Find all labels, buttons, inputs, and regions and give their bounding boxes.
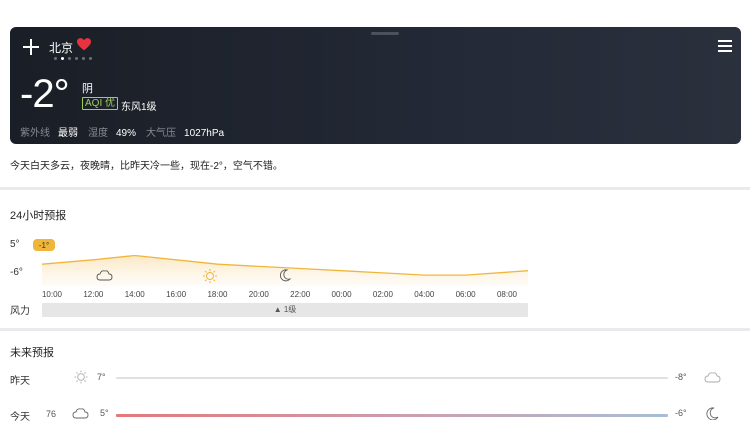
wind-force-bar[interactable]: ▲ 1级 <box>42 303 528 317</box>
hour-tick-label: 10:00 <box>41 290 63 299</box>
current-temperature: -2° <box>20 72 70 116</box>
hour-tick-label: 00:00 <box>331 290 352 299</box>
add-city-icon[interactable] <box>21 37 41 57</box>
moon-icon <box>706 407 719 420</box>
weather-header-card: 北京 -2° 阴 AQI 优 东风1级 紫外线 最弱 湿度 49% 大气压 10… <box>10 27 741 144</box>
daily-forecast-title: 未来预报 <box>10 347 54 359</box>
favorite-heart-icon[interactable] <box>77 38 91 51</box>
city-page-indicator[interactable] <box>54 57 92 60</box>
aqi-badge[interactable]: AQI 优 <box>82 97 119 110</box>
cloudy-icon <box>704 372 721 383</box>
current-temp-badge-label: -1° <box>39 241 49 250</box>
page-dot[interactable] <box>54 57 57 60</box>
hour-tick-label: 20:00 <box>248 290 269 299</box>
weather-summary: 今天白天多云，夜晚晴，比昨天冷一些，现在-2°，空气不错。 <box>10 161 283 172</box>
menu-icon[interactable] <box>718 40 732 52</box>
weather-stats: 紫外线 最弱 湿度 49% 大气压 1027hPa <box>20 124 234 139</box>
hourly-forecast-title: 24小时预报 <box>10 210 67 222</box>
wind-force-value: 1级 <box>283 305 297 314</box>
daily-row-yesterday[interactable]: 昨天 7° -8° <box>0 370 750 390</box>
hourly-temperature-chart[interactable]: -1° <box>0 230 750 290</box>
sun-icon <box>74 370 88 384</box>
night-low-temp: -6° <box>675 408 687 418</box>
weather-condition: 阴 <box>82 83 93 95</box>
uv-label: 紫外线 <box>20 128 50 139</box>
pressure-value: 1027hPa <box>184 128 225 139</box>
night-low-temp: -8° <box>675 372 687 382</box>
hour-tick-label: 08:00 <box>496 290 518 299</box>
day-high-temp: 5° <box>100 408 109 418</box>
page-dot[interactable] <box>75 57 78 60</box>
section-divider <box>0 328 750 331</box>
hour-tick-label: 06:00 <box>455 290 476 299</box>
page-dot[interactable] <box>68 57 71 60</box>
drag-handle[interactable] <box>371 32 399 35</box>
day-name: 昨天 <box>10 376 30 387</box>
page-dot[interactable] <box>82 57 85 60</box>
hour-tick-label: 16:00 <box>166 290 187 299</box>
pressure-label: 大气压 <box>146 128 177 139</box>
hour-tick-label: 04:00 <box>414 290 435 299</box>
day-name: 今天 <box>10 412 30 423</box>
page-dot[interactable] <box>61 57 64 60</box>
section-divider <box>0 187 750 190</box>
humidity-value: 49% <box>116 128 137 139</box>
hour-tick-label: 12:00 <box>83 290 104 299</box>
day-high-temp: 7° <box>97 372 106 382</box>
humidity-label: 湿度 <box>88 128 108 139</box>
wind-info: 东风1级 <box>121 102 157 113</box>
uv-value: 最弱 <box>58 128 78 139</box>
temp-range-bar <box>116 377 668 379</box>
day-aqi-value: 76 <box>46 409 57 419</box>
wind-direction-icon: ▲ <box>273 305 282 314</box>
current-temp-badge: -1° <box>33 239 55 251</box>
hour-tick-label: 18:00 <box>207 290 228 299</box>
city-name[interactable]: 北京 <box>49 39 73 56</box>
hour-tick-label: 22:00 <box>290 290 311 299</box>
hour-tick-label: 02:00 <box>372 290 393 299</box>
daily-row-today[interactable]: 今天 76 5° -6° <box>0 406 750 426</box>
wind-force-label: 风力 <box>10 306 30 317</box>
temp-range-bar <box>116 414 668 417</box>
hourly-time-axis: 10:00 12:00 14:00 16:00 18:00 20:00 22:00 00:00… <box>0 290 750 302</box>
hour-tick-label: 14:00 <box>124 290 145 299</box>
cloudy-icon <box>72 408 89 419</box>
page-dot[interactable] <box>89 57 92 60</box>
